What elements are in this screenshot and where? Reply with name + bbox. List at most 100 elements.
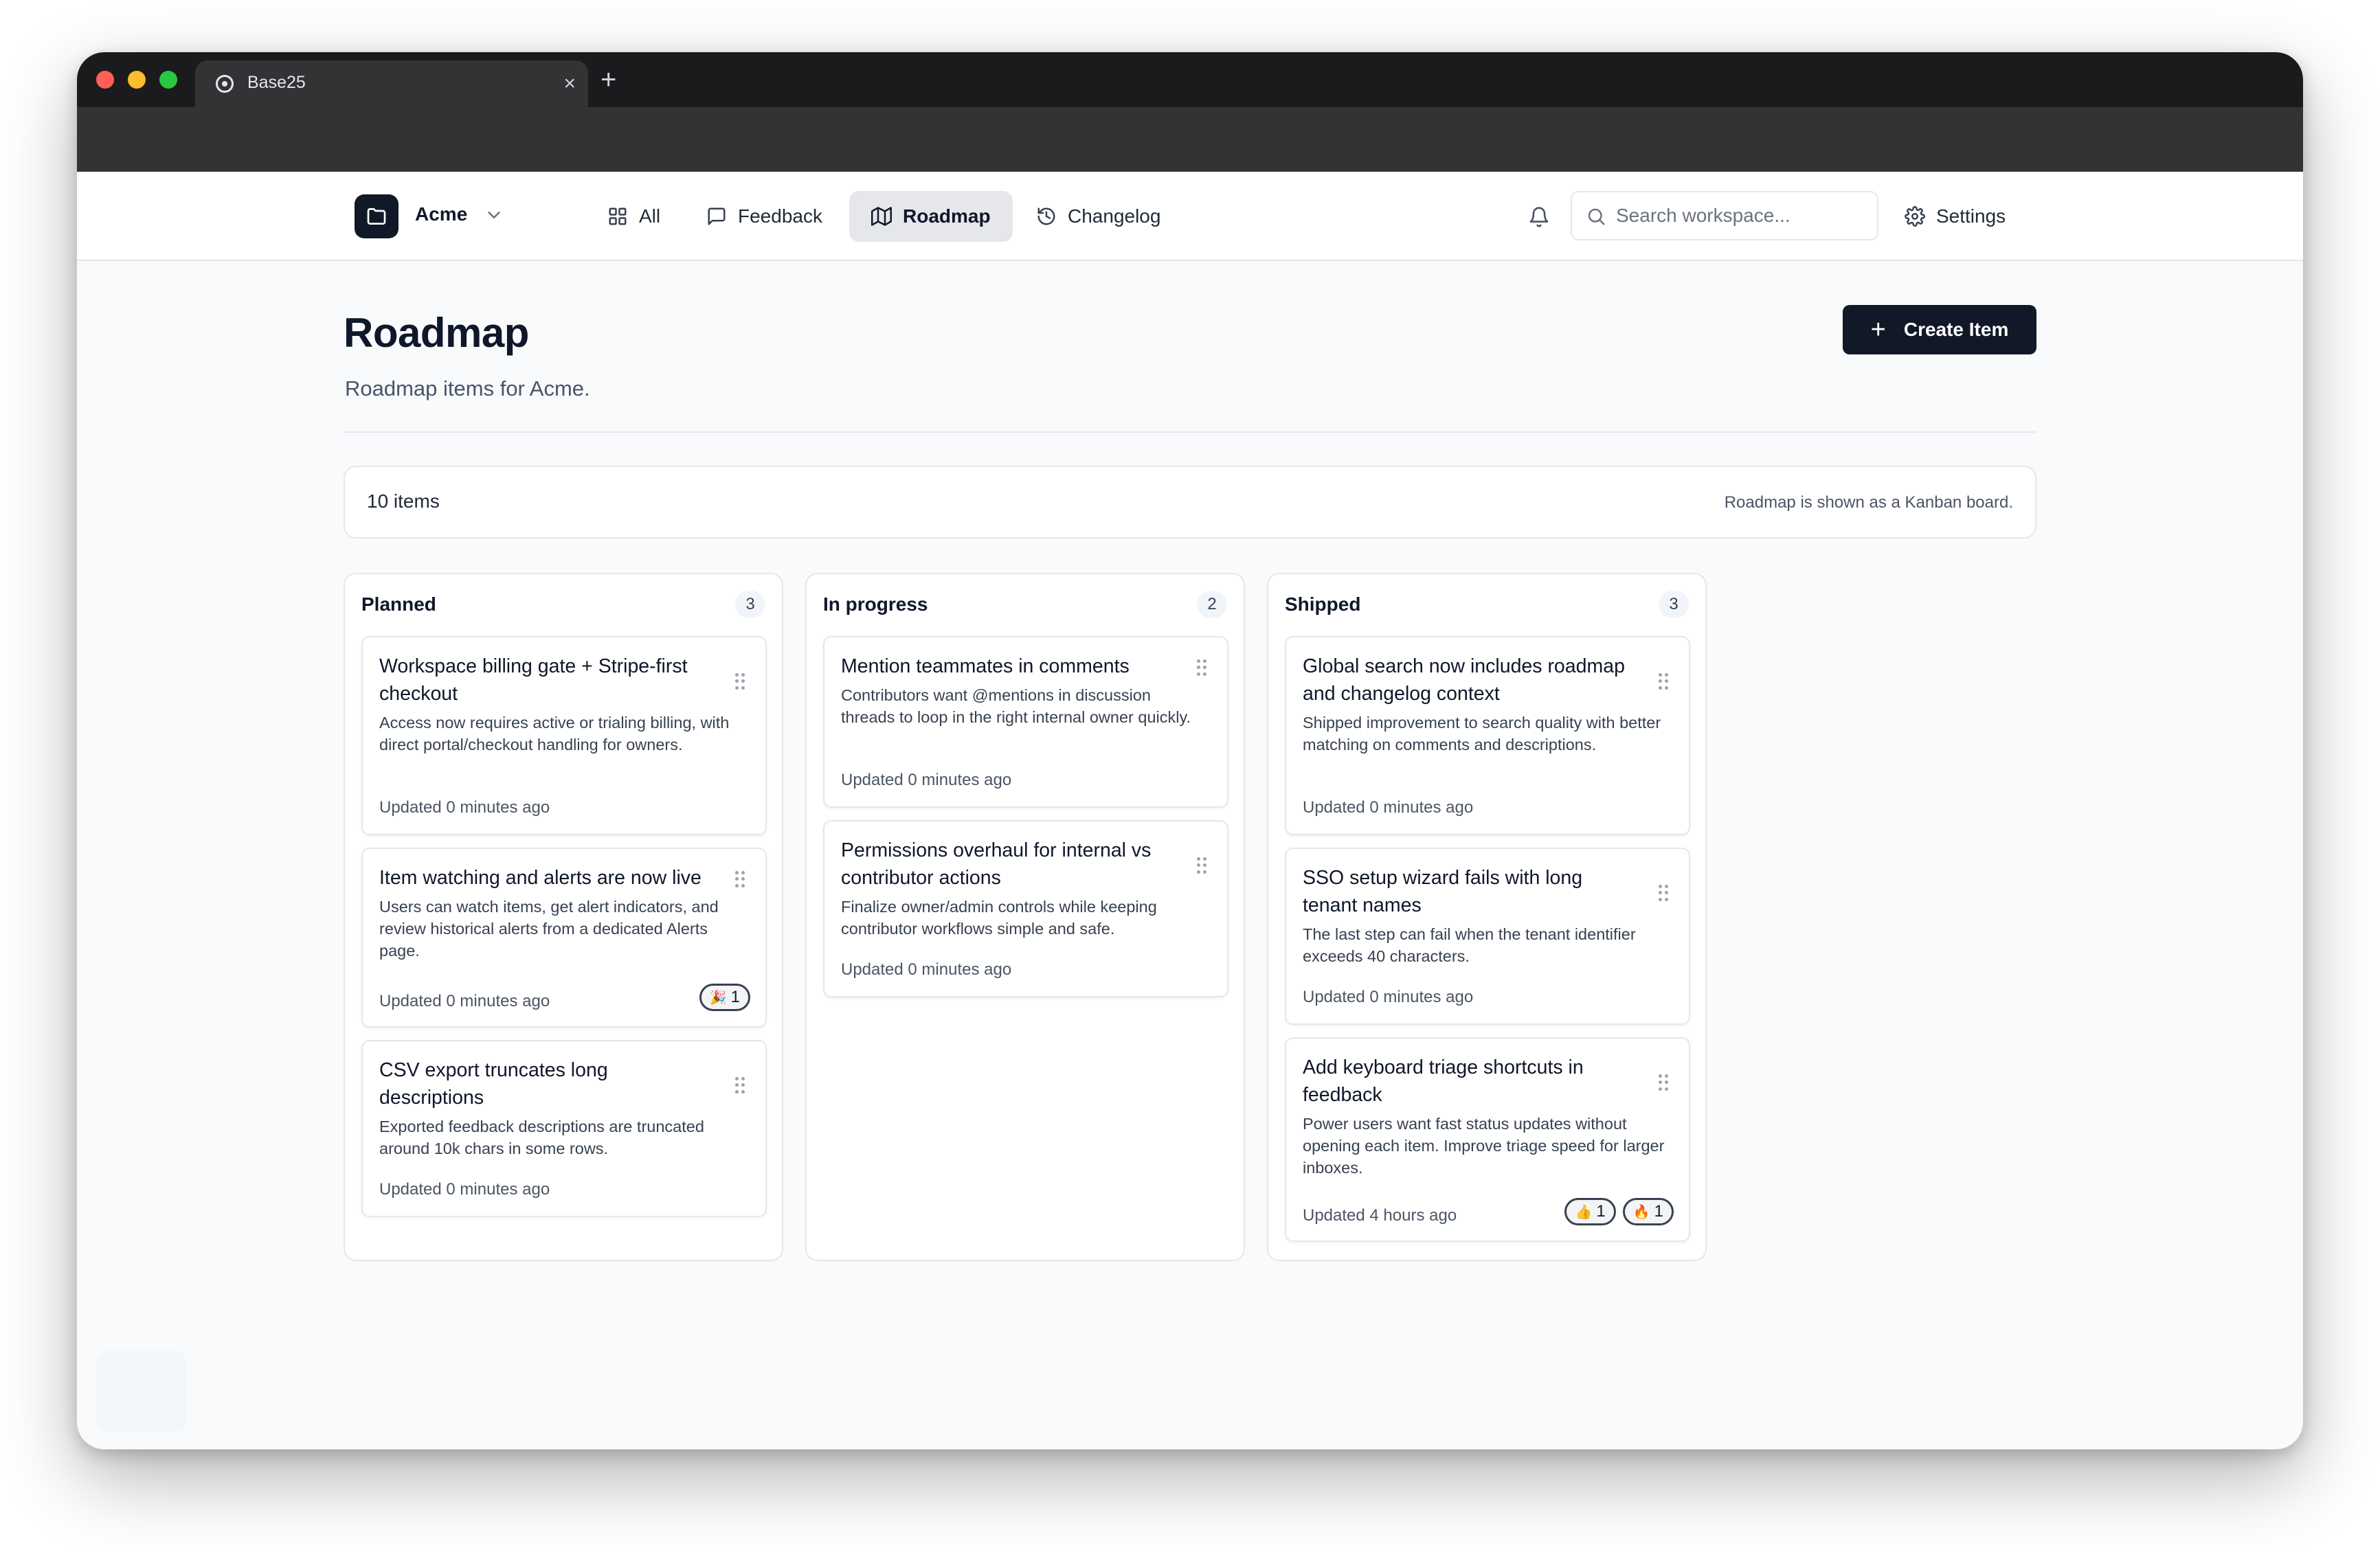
card-description: The last step can fail when the tenant i… — [1303, 925, 1636, 965]
minimize-window-button[interactable] — [128, 71, 146, 89]
nav-feedback[interactable]: Feedback — [684, 191, 844, 242]
history-icon — [1037, 207, 1055, 225]
reaction-thumbs-up[interactable]: 👍 1 — [1564, 1198, 1616, 1225]
roadmap-card[interactable]: CSV export truncates long descriptions E… — [361, 1040, 767, 1217]
card-updated: Updated 0 minutes ago — [841, 771, 1012, 789]
create-item-button[interactable]: + Create Item — [1843, 305, 2036, 354]
search-icon — [1588, 208, 1605, 225]
drag-handle-icon[interactable] — [1659, 885, 1668, 901]
page-title: Roadmap — [344, 310, 529, 356]
card-updated: Updated 0 minutes ago — [379, 798, 550, 817]
app-header: Acme All Feedback Roadmap Changelog Sett… — [77, 172, 2303, 261]
search-box — [1571, 191, 1878, 240]
browser-titlebar: Base25 × + — [77, 52, 2303, 107]
card-title: Global search now includes roadmap and c… — [1303, 655, 1625, 705]
chevron-down-icon[interactable] — [484, 205, 504, 225]
nav-roadmap-label: Roadmap — [903, 205, 991, 227]
nav-all-label: All — [639, 205, 661, 227]
column-in-progress: In progress 2 Mention teammates in comme… — [805, 573, 1245, 1261]
gear-icon — [1905, 206, 1925, 227]
card-title: Item watching and alerts are now live — [379, 867, 701, 889]
column-title: Planned — [361, 593, 436, 615]
drag-handle-icon[interactable] — [735, 1077, 745, 1094]
workspace-name[interactable]: Acme — [415, 203, 467, 225]
settings-label: Settings — [1936, 205, 2006, 227]
reactions: 👍 1 🔥 1 — [1564, 1198, 1674, 1225]
thumbs-up-icon: 👍 — [1575, 1204, 1593, 1220]
roadmap-card[interactable]: Mention teammates in comments Contributo… — [823, 636, 1228, 808]
drag-handle-icon[interactable] — [1197, 857, 1206, 874]
map-icon — [871, 207, 892, 226]
globe-icon — [216, 75, 234, 93]
party-popper-icon: 🎉 — [709, 990, 727, 1006]
roadmap-card[interactable]: Item watching and alerts are now live Us… — [361, 848, 767, 1028]
tab-title: Base25 — [247, 73, 306, 92]
drag-handle-icon[interactable] — [735, 871, 745, 887]
roadmap-card[interactable]: Workspace billing gate + Stripe-first ch… — [361, 636, 767, 835]
close-tab-icon[interactable]: × — [563, 70, 576, 98]
column-count-badge: 3 — [735, 591, 765, 618]
card-title: Add keyboard triage shortcuts in feedbac… — [1303, 1056, 1584, 1106]
new-tab-button[interactable]: + — [600, 63, 616, 96]
card-title: CSV export truncates long descriptions — [379, 1059, 608, 1109]
message-square-icon — [708, 207, 726, 225]
card-title: Mention teammates in comments — [841, 655, 1130, 677]
page-subtitle: Roadmap items for Acme. — [345, 376, 590, 400]
drag-handle-icon[interactable] — [1659, 673, 1668, 690]
column-title: Shipped — [1285, 593, 1361, 615]
nav-all[interactable]: All — [585, 191, 682, 242]
card-updated: Updated 4 hours ago — [1303, 1206, 1457, 1225]
nav-roadmap[interactable]: Roadmap — [849, 191, 1013, 242]
close-window-button[interactable] — [96, 71, 114, 89]
drag-handle-icon[interactable] — [735, 673, 745, 690]
plus-icon: + — [1870, 315, 1886, 344]
card-updated: Updated 0 minutes ago — [1303, 988, 1474, 1006]
reactions: 🎉 1 — [699, 984, 750, 1011]
column-count-badge: 2 — [1197, 591, 1227, 618]
roadmap-card[interactable]: Global search now includes roadmap and c… — [1285, 636, 1690, 835]
search-input[interactable] — [1616, 199, 1870, 232]
roadmap-card[interactable]: Add keyboard triage shortcuts in feedbac… — [1285, 1037, 1690, 1242]
folder-icon — [367, 208, 386, 225]
card-title: Permissions overhaul for internal vs con… — [841, 839, 1152, 889]
nav-changelog[interactable]: Changelog — [1014, 191, 1182, 242]
roadmap-card[interactable]: Permissions overhaul for internal vs con… — [823, 820, 1228, 997]
drag-handle-icon[interactable] — [1659, 1074, 1668, 1091]
reaction-party[interactable]: 🎉 1 — [699, 984, 750, 1011]
card-updated: Updated 0 minutes ago — [379, 992, 550, 1010]
column-title: In progress — [823, 593, 928, 615]
card-description: Users can watch items, get alert indicat… — [379, 898, 719, 960]
view-note: Roadmap is shown as a Kanban board. — [1724, 493, 2013, 512]
create-item-label: Create Item — [1903, 319, 2009, 340]
drag-handle-icon[interactable] — [1197, 659, 1206, 676]
card-description: Exported feedback descriptions are trunc… — [379, 1118, 704, 1157]
bell-icon[interactable] — [1528, 206, 1550, 228]
card-updated: Updated 0 minutes ago — [841, 960, 1012, 979]
workspace-logo[interactable] — [355, 194, 398, 238]
card-title: Workspace billing gate + Stripe-first ch… — [379, 655, 688, 705]
browser-tab[interactable]: Base25 × — [195, 60, 588, 107]
reaction-count: 1 — [730, 988, 740, 1006]
column-count-badge: 3 — [1659, 591, 1689, 618]
nav-changelog-label: Changelog — [1068, 205, 1161, 227]
maximize-window-button[interactable] — [159, 71, 177, 89]
grid-icon — [609, 207, 627, 225]
card-updated: Updated 0 minutes ago — [1303, 798, 1474, 817]
column-planned: Planned 3 Workspace billing gate + Strip… — [344, 573, 783, 1261]
column-shipped: Shipped 3 Global search now includes roa… — [1267, 573, 1707, 1261]
card-description: Finalize owner/admin controls while keep… — [841, 898, 1157, 938]
card-description: Access now requires active or trialing b… — [379, 714, 730, 754]
roadmap-card[interactable]: SSO setup wizard fails with long tenant … — [1285, 848, 1690, 1025]
reaction-fire[interactable]: 🔥 1 — [1622, 1198, 1674, 1225]
card-description: Contributors want @mentions in discussio… — [841, 686, 1191, 726]
browser-window: Base25 × + Acme All Feedback Roadmap Cha… — [77, 52, 2303, 1449]
reaction-count: 1 — [1596, 1202, 1606, 1221]
floating-widget[interactable] — [96, 1350, 187, 1433]
fire-icon: 🔥 — [1632, 1204, 1650, 1220]
settings-button[interactable]: Settings — [1905, 191, 2006, 242]
item-count: 10 items — [367, 490, 440, 512]
reaction-count: 1 — [1654, 1202, 1663, 1221]
card-description: Power users want fast status updates wit… — [1303, 1115, 1665, 1177]
card-title: SSO setup wizard fails with long tenant … — [1303, 867, 1583, 916]
nav-feedback-label: Feedback — [738, 205, 822, 227]
